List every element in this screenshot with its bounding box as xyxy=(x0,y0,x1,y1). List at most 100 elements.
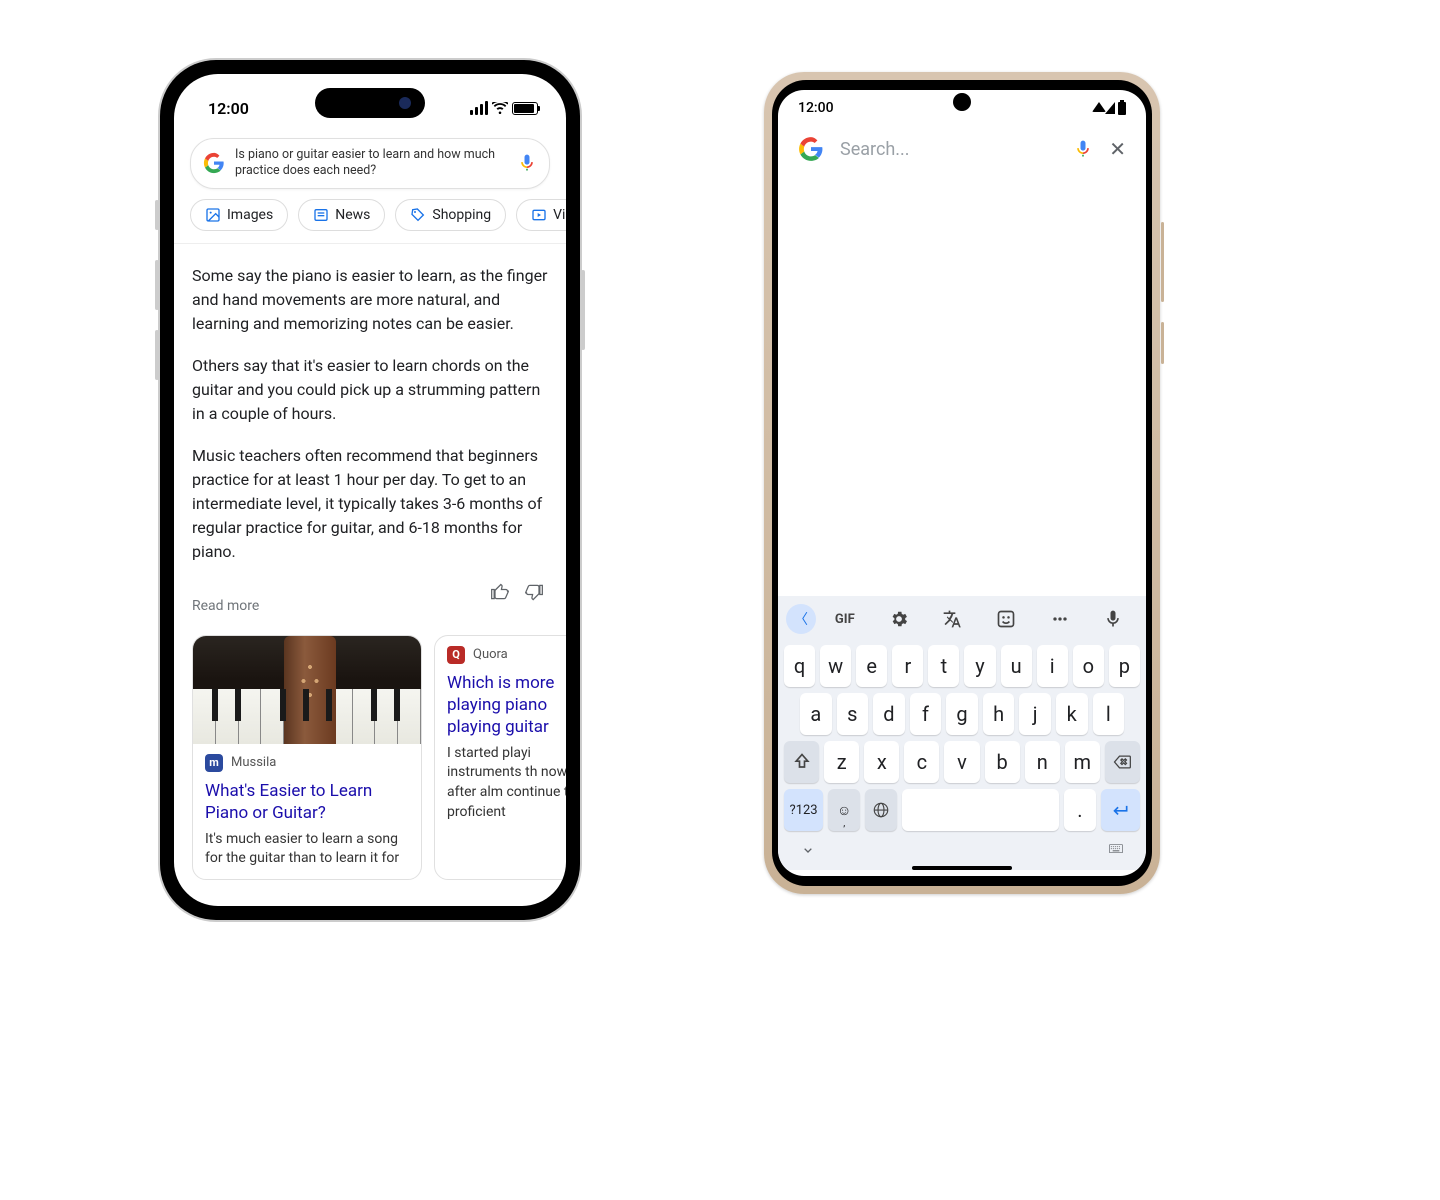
key-j[interactable]: j xyxy=(1019,693,1051,735)
iphone-frame: 12:00 Is piano or guitar easier to learn… xyxy=(160,60,580,920)
card-source-name: Quora xyxy=(473,647,508,662)
gif-button[interactable]: GIF xyxy=(820,612,870,627)
keyboard-row-1: q w e r t y u i o p xyxy=(778,642,1146,690)
keyboard-switch-icon[interactable] xyxy=(1108,842,1124,858)
period-key[interactable]: . xyxy=(1064,789,1096,831)
result-card-quora[interactable]: Q Quora Which is more playing piano play… xyxy=(434,635,566,880)
key-z[interactable]: z xyxy=(824,741,859,783)
search-bar[interactable]: Search... ✕ xyxy=(778,122,1146,176)
sticker-icon[interactable] xyxy=(981,609,1031,629)
keyboard-row-2: a s d f g h j k l xyxy=(778,690,1146,738)
key-l[interactable]: l xyxy=(1093,693,1125,735)
backspace-key[interactable] xyxy=(1105,741,1140,783)
keyboard-row-3: z x c v b n m xyxy=(778,738,1146,786)
key-m[interactable]: m xyxy=(1065,741,1100,783)
cellular-icon xyxy=(470,101,488,115)
search-bar[interactable]: Is piano or guitar easier to learn and h… xyxy=(190,138,550,189)
settings-icon[interactable] xyxy=(874,609,924,629)
cellular-icon xyxy=(1105,102,1115,114)
chip-images[interactable]: Images xyxy=(190,199,288,231)
key-x[interactable]: x xyxy=(864,741,899,783)
card-title: What's Easier to Learn Piano or Guitar? xyxy=(193,778,421,830)
mic-icon[interactable] xyxy=(1073,139,1093,159)
key-w[interactable]: w xyxy=(820,645,851,687)
android-home-bar[interactable] xyxy=(912,866,1012,870)
iphone-volume-up xyxy=(155,260,159,310)
keyboard-row-4: ?123 ☺ . xyxy=(778,786,1146,834)
ios-time: 12:00 xyxy=(208,99,249,118)
battery-icon xyxy=(512,102,538,115)
card-snippet: I started playi instruments th now, afte… xyxy=(435,744,566,832)
key-i[interactable]: i xyxy=(1037,645,1068,687)
result-card-mussila[interactable]: m Mussila What's Easier to Learn Piano o… xyxy=(192,635,422,880)
answer-paragraph-3: Music teachers often recommend that begi… xyxy=(192,444,548,564)
images-icon xyxy=(205,207,221,223)
card-thumbnail xyxy=(193,636,421,744)
android-time: 12:00 xyxy=(798,100,834,116)
mic-icon[interactable] xyxy=(517,153,537,173)
card-source-name: Mussila xyxy=(231,755,276,770)
key-s[interactable]: s xyxy=(837,693,869,735)
android-volume-button xyxy=(1161,222,1164,302)
search-placeholder: Search... xyxy=(840,139,1057,160)
thumbs-up-icon[interactable] xyxy=(490,582,510,602)
key-c[interactable]: c xyxy=(904,741,939,783)
key-b[interactable]: b xyxy=(985,741,1020,783)
key-n[interactable]: n xyxy=(1025,741,1060,783)
key-g[interactable]: g xyxy=(946,693,978,735)
android-screen: 12:00 Search... ✕ 〈 GIF xyxy=(778,90,1146,876)
videos-icon xyxy=(531,207,547,223)
numeric-key[interactable]: ?123 xyxy=(784,789,823,831)
filter-chips[interactable]: Images News Shopping Vid xyxy=(174,199,566,244)
iphone-power-button xyxy=(581,270,585,350)
key-e[interactable]: e xyxy=(856,645,887,687)
key-y[interactable]: y xyxy=(964,645,995,687)
key-k[interactable]: k xyxy=(1056,693,1088,735)
wifi-icon xyxy=(1092,102,1106,112)
google-logo-icon xyxy=(798,136,824,162)
key-f[interactable]: f xyxy=(910,693,942,735)
battery-icon xyxy=(1118,102,1126,115)
iphone-volume-down xyxy=(155,330,159,380)
card-snippet: It's much easier to learn a song for the… xyxy=(193,830,421,879)
chevron-left-icon[interactable]: 〈 xyxy=(786,604,816,634)
shopping-icon xyxy=(410,207,426,223)
translate-icon[interactable] xyxy=(927,609,977,629)
android-power-button xyxy=(1161,322,1164,364)
keyboard-toolbar: 〈 GIF xyxy=(778,596,1146,642)
key-r[interactable]: r xyxy=(892,645,923,687)
thumbs-down-icon[interactable] xyxy=(524,582,544,602)
answer-paragraph-2: Others say that it's easier to learn cho… xyxy=(192,354,548,426)
key-u[interactable]: u xyxy=(1001,645,1032,687)
more-icon[interactable] xyxy=(1035,609,1085,629)
nav-back-icon[interactable] xyxy=(800,842,816,858)
key-a[interactable]: a xyxy=(800,693,832,735)
chip-news[interactable]: News xyxy=(298,199,385,231)
close-icon[interactable]: ✕ xyxy=(1109,137,1126,161)
key-q[interactable]: q xyxy=(784,645,815,687)
shift-key[interactable] xyxy=(784,741,819,783)
key-o[interactable]: o xyxy=(1073,645,1104,687)
result-cards: m Mussila What's Easier to Learn Piano o… xyxy=(174,635,566,880)
language-key[interactable] xyxy=(865,789,897,831)
chip-shopping[interactable]: Shopping xyxy=(395,199,506,231)
keyboard-mic-icon[interactable] xyxy=(1088,609,1138,629)
emoji-key[interactable]: ☺ xyxy=(828,789,860,831)
key-t[interactable]: t xyxy=(928,645,959,687)
space-key[interactable] xyxy=(902,789,1059,831)
enter-key[interactable] xyxy=(1101,789,1140,831)
answer-section: Some say the piano is easier to learn, a… xyxy=(174,244,566,617)
iphone-mute-switch xyxy=(155,200,159,230)
key-h[interactable]: h xyxy=(983,693,1015,735)
chip-videos[interactable]: Vid xyxy=(516,199,566,231)
mussila-favicon: m xyxy=(205,754,223,772)
key-v[interactable]: v xyxy=(944,741,979,783)
key-p[interactable]: p xyxy=(1109,645,1140,687)
key-d[interactable]: d xyxy=(873,693,905,735)
keyboard[interactable]: 〈 GIF q w e r t y u i xyxy=(778,596,1146,870)
search-query-text: Is piano or guitar easier to learn and h… xyxy=(235,147,507,180)
android-nav-bar xyxy=(778,834,1146,862)
answer-paragraph-1: Some say the piano is easier to learn, a… xyxy=(192,264,548,336)
android-frame: 12:00 Search... ✕ 〈 GIF xyxy=(764,72,1160,894)
google-logo-icon xyxy=(203,152,225,174)
